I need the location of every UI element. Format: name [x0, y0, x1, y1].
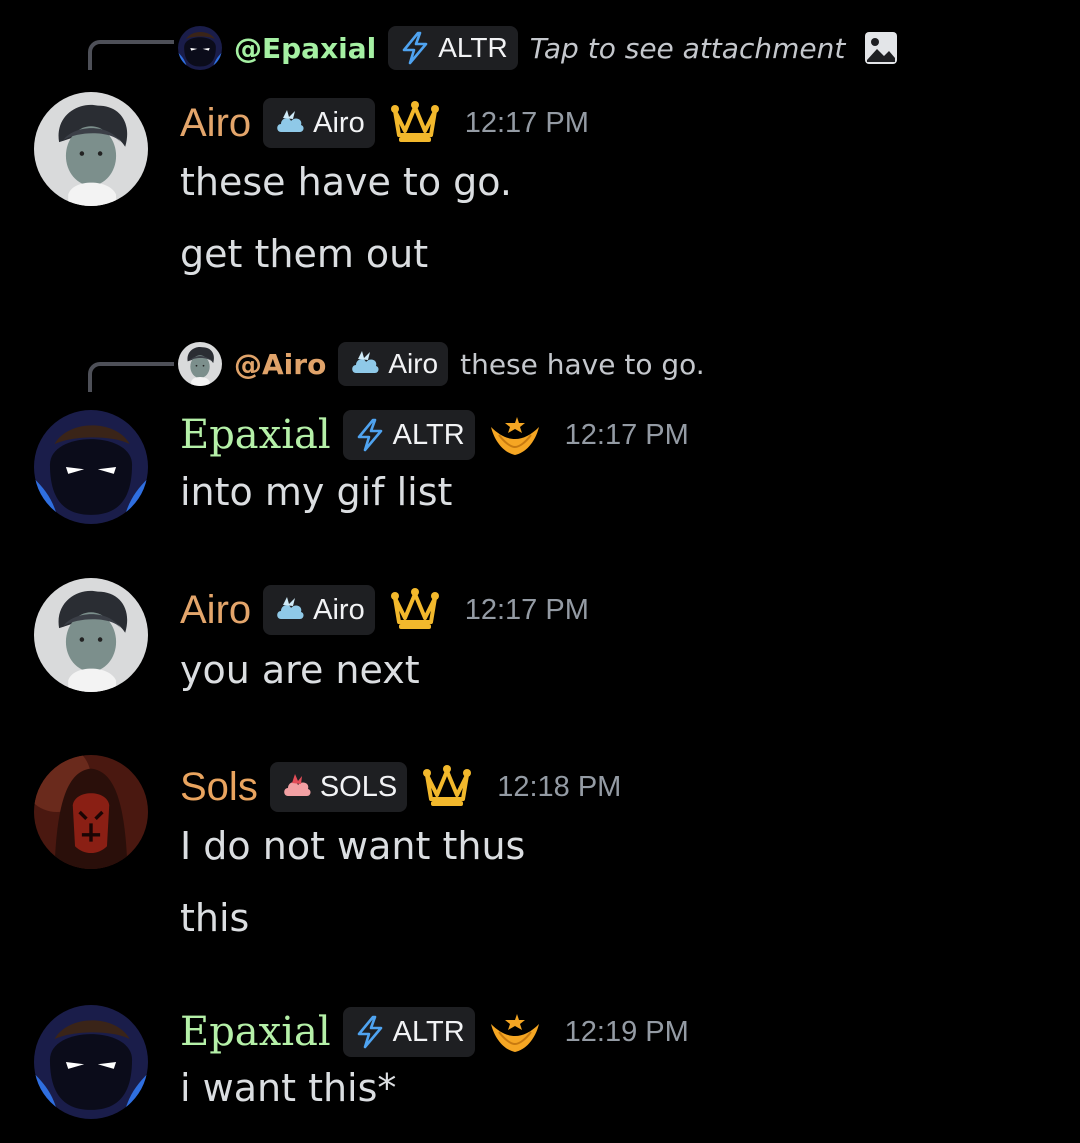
cloud-icon	[273, 593, 307, 627]
message-header: Epaxial ALTR 12:19 PM	[180, 1007, 689, 1057]
message-header: Sols SOLS 12:18 PM	[180, 762, 621, 812]
author-name[interactable]: Sols	[180, 765, 258, 810]
author-name[interactable]: Epaxial	[180, 1009, 331, 1055]
role-tag: Airo	[263, 585, 375, 635]
message-text: i want this*	[180, 1066, 397, 1110]
timestamp: 12:19 PM	[564, 1015, 689, 1048]
lightning-icon	[398, 31, 432, 65]
lightning-icon	[353, 1015, 387, 1049]
flame-icon	[280, 770, 314, 804]
reply-preview[interactable]: @Epaxial ALTR Tap to see attachment	[178, 26, 899, 70]
reply-connector	[88, 40, 174, 70]
crown-icon	[389, 101, 441, 145]
author-name[interactable]: Airo	[180, 588, 251, 633]
timestamp: 12:17 PM	[464, 593, 589, 626]
image-icon	[863, 30, 899, 66]
role-tag: ALTR	[388, 26, 518, 70]
reply-connector	[88, 362, 174, 392]
author-name[interactable]: Epaxial	[180, 412, 331, 458]
role-tag: ALTR	[342, 1007, 475, 1057]
timestamp: 12:17 PM	[564, 418, 689, 451]
cloud-icon	[348, 347, 382, 381]
message-text: I do not want thus	[180, 824, 526, 868]
airo-avatar[interactable]	[34, 92, 148, 206]
message-header: Airo Airo 12:17 PM	[180, 98, 589, 148]
role-tag-label: ALTR	[392, 1015, 465, 1048]
timestamp: 12:18 PM	[497, 770, 622, 803]
author-name[interactable]: Airo	[180, 101, 251, 146]
role-tag-label: SOLS	[319, 770, 398, 803]
crown-icon	[421, 765, 473, 809]
epaxial-avatar[interactable]	[34, 410, 148, 524]
airo-avatar[interactable]	[34, 578, 148, 692]
epaxial-avatar[interactable]	[34, 1005, 148, 1119]
reply-author[interactable]: @Epaxial	[234, 32, 376, 65]
role-tag-label: Airo	[388, 348, 439, 379]
reply-preview[interactable]: @Airo Airo these have to go.	[178, 342, 705, 386]
reply-text[interactable]: these have to go.	[460, 348, 705, 381]
crown-icon	[389, 588, 441, 632]
role-tag-label: Airo	[313, 593, 365, 626]
message-text: this	[180, 896, 250, 940]
cloud-icon	[273, 106, 307, 140]
message-text: into my gif list	[180, 470, 453, 514]
reply-text[interactable]: Tap to see attachment	[530, 32, 846, 65]
role-tag-label: ALTR	[392, 418, 465, 451]
role-tag: Airo	[263, 98, 375, 148]
timestamp: 12:17 PM	[464, 106, 589, 139]
epaxial-avatar-icon	[178, 26, 222, 70]
role-tag: ALTR	[342, 410, 475, 460]
star-crest-icon	[489, 413, 541, 457]
reply-author[interactable]: @Airo	[234, 348, 326, 381]
lightning-icon	[353, 418, 387, 452]
message-text: you are next	[180, 648, 420, 692]
message-header: Airo Airo 12:17 PM	[180, 585, 589, 635]
role-tag-label: ALTR	[438, 32, 508, 63]
message-header: Epaxial ALTR 12:17 PM	[180, 410, 689, 460]
star-crest-icon	[489, 1010, 541, 1054]
role-tag: Airo	[338, 342, 449, 386]
message-text: get them out	[180, 232, 429, 276]
message-text: these have to go.	[180, 160, 512, 204]
role-tag-label: Airo	[313, 106, 365, 139]
role-tag: SOLS	[269, 762, 408, 812]
airo-avatar-icon	[178, 342, 222, 386]
sols-avatar[interactable]	[34, 755, 148, 869]
